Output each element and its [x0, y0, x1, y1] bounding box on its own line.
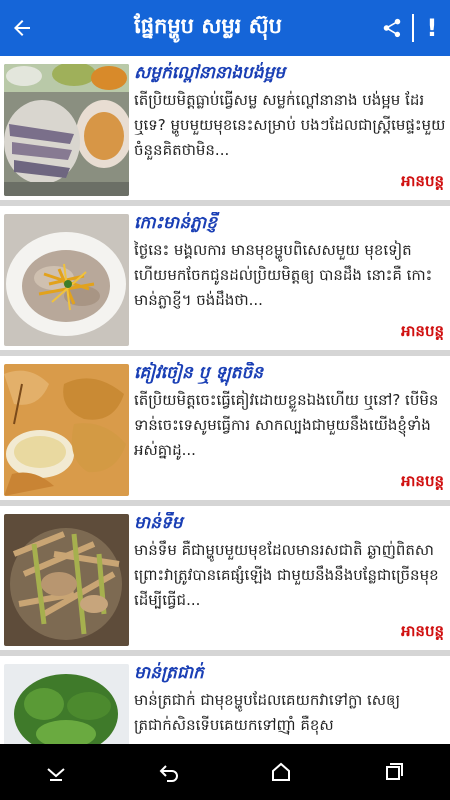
article-title[interactable]: កោះមាន់ភ្លាខ្ញី	[134, 212, 446, 237]
page-title: ផ្នែកម្ហូប សម្លរ ស៊ុប	[134, 13, 282, 38]
article-title[interactable]: គៀវចៀន ឬ ឡុតចិន	[134, 362, 446, 387]
read-more-link[interactable]: អានបន្ត	[401, 472, 444, 494]
info-exclamation-icon: !	[426, 14, 438, 42]
recents-icon	[385, 763, 403, 780]
article-title[interactable]: មាន់ទឹម	[134, 512, 446, 537]
share-button[interactable]	[372, 0, 412, 56]
arrow-left-icon	[14, 20, 30, 36]
article-thumbnail	[4, 664, 129, 744]
article-card[interactable]: មាន់ទឹម មាន់ទឹម គឺជាម្ហូបមួយមុខដែលមានរសជ…	[0, 506, 450, 656]
nav-back-button[interactable]	[145, 748, 193, 796]
article-thumbnail	[4, 364, 129, 496]
article-thumbnail	[4, 214, 129, 346]
read-more-link[interactable]: អានបន្ត	[401, 622, 444, 644]
article-card[interactable]: មាន់ត្រជាក់ មាន់ត្រជាក់ ជាមុខម្ហូបដែលគេយ…	[0, 656, 450, 744]
article-title[interactable]: សម្លក់ល្ពៅនានាងបង់ម្អម	[134, 62, 446, 87]
article-excerpt: មាន់ត្រជាក់ ជាមុខម្ហូបដែលគេយកវាទៅក្លា សេ…	[134, 691, 401, 734]
nav-home-button[interactable]	[257, 748, 305, 796]
app-bar: ផ្នែកម្ហូប សម្លរ ស៊ុប !	[0, 0, 450, 56]
system-nav-bar	[0, 744, 450, 800]
info-button[interactable]: !	[414, 0, 450, 56]
article-title[interactable]: មាន់ត្រជាក់	[134, 662, 446, 687]
chevron-down-icon	[47, 768, 65, 781]
home-icon	[272, 762, 291, 781]
article-card[interactable]: កោះមាន់ភ្លាខ្ញី ថ្ងៃនេះ មង្គលការ មានមុខម…	[0, 206, 450, 356]
article-thumbnail	[4, 514, 129, 646]
article-card[interactable]: គៀវចៀន ឬ ឡុតចិន តើប្រិយមិត្តចេះធ្វើគៀវដោ…	[0, 356, 450, 506]
nav-hide-keyboard-button[interactable]	[32, 748, 80, 796]
back-arrow-icon	[159, 765, 178, 782]
article-list[interactable]: សម្លក់ល្ពៅនានាងបង់ម្អម តើប្រិយមិត្តធ្លាប…	[0, 56, 450, 744]
read-more-link[interactable]: អានបន្ត	[401, 322, 444, 344]
read-more-link[interactable]: អានបន្ត	[401, 172, 444, 194]
back-button[interactable]	[0, 0, 44, 56]
article-excerpt: មាន់ទឹម គឺជាម្ហូបមួយមុខដែលមានរសជាតិ ឆ្ងា…	[134, 541, 439, 609]
article-excerpt: តើប្រិយមិត្តធ្លាប់ធ្វើសម្ល សម្លក់ល្ពៅនាន…	[134, 91, 446, 159]
article-thumbnail	[4, 64, 129, 196]
nav-recents-button[interactable]	[370, 748, 418, 796]
article-card[interactable]: សម្លក់ល្ពៅនានាងបង់ម្អម តើប្រិយមិត្តធ្លាប…	[0, 56, 450, 206]
article-excerpt: តើប្រិយមិត្តចេះធ្វើគៀវដោយខ្លួនឯងហើយ ឬនៅ?…	[134, 391, 439, 459]
article-excerpt: ថ្ងៃនេះ មង្គលការ មានមុខម្ហូបពិសេសមួយ មុខ…	[134, 241, 433, 309]
share-icon	[383, 18, 401, 38]
